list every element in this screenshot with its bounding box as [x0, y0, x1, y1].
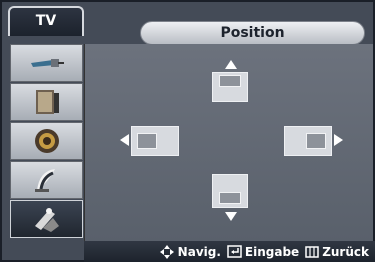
arrow-up-icon[interactable]	[225, 60, 237, 69]
arrow-down-icon[interactable]	[225, 212, 237, 221]
sidebar-item-channel[interactable]	[10, 161, 83, 199]
enter-icon	[227, 245, 242, 258]
menu-icon	[305, 245, 319, 258]
position-left-button[interactable]	[131, 126, 179, 156]
sidebar-item-picture[interactable]	[10, 83, 83, 121]
position-down-button[interactable]	[212, 174, 248, 208]
back-hint: Zurück	[305, 245, 369, 259]
sidebar-item-input[interactable]	[10, 44, 83, 82]
tools-icon	[34, 208, 59, 232]
position-right-button[interactable]	[284, 126, 332, 156]
satellite-dish-icon	[34, 169, 55, 192]
arrow-left-icon[interactable]	[120, 134, 129, 146]
enter-label: Eingabe	[244, 244, 300, 259]
speaker-icon	[34, 129, 59, 153]
back-label: Zurück	[322, 244, 369, 259]
tv-tab: TV	[8, 6, 84, 36]
enter-hint: Eingabe	[227, 245, 299, 259]
help-bar: Navig. Eingabe Zurück	[84, 241, 375, 262]
navigate-label: Navig.	[177, 244, 221, 259]
sidebar-item-sound[interactable]	[10, 122, 83, 160]
navigation-arrows-icon	[159, 244, 174, 259]
arrow-right-icon[interactable]	[334, 134, 343, 146]
sidebar-item-setup[interactable]	[10, 200, 83, 238]
sidebar	[10, 44, 83, 242]
position-panel	[84, 44, 373, 242]
antenna-icon	[30, 59, 64, 67]
tv-osd-screen: TV Position Navig. Eingabe Zurück	[0, 0, 375, 262]
position-up-button[interactable]	[212, 72, 248, 102]
page-title: Position	[140, 21, 365, 45]
navigate-hint: Navig.	[159, 244, 221, 260]
display-icon	[35, 90, 59, 114]
